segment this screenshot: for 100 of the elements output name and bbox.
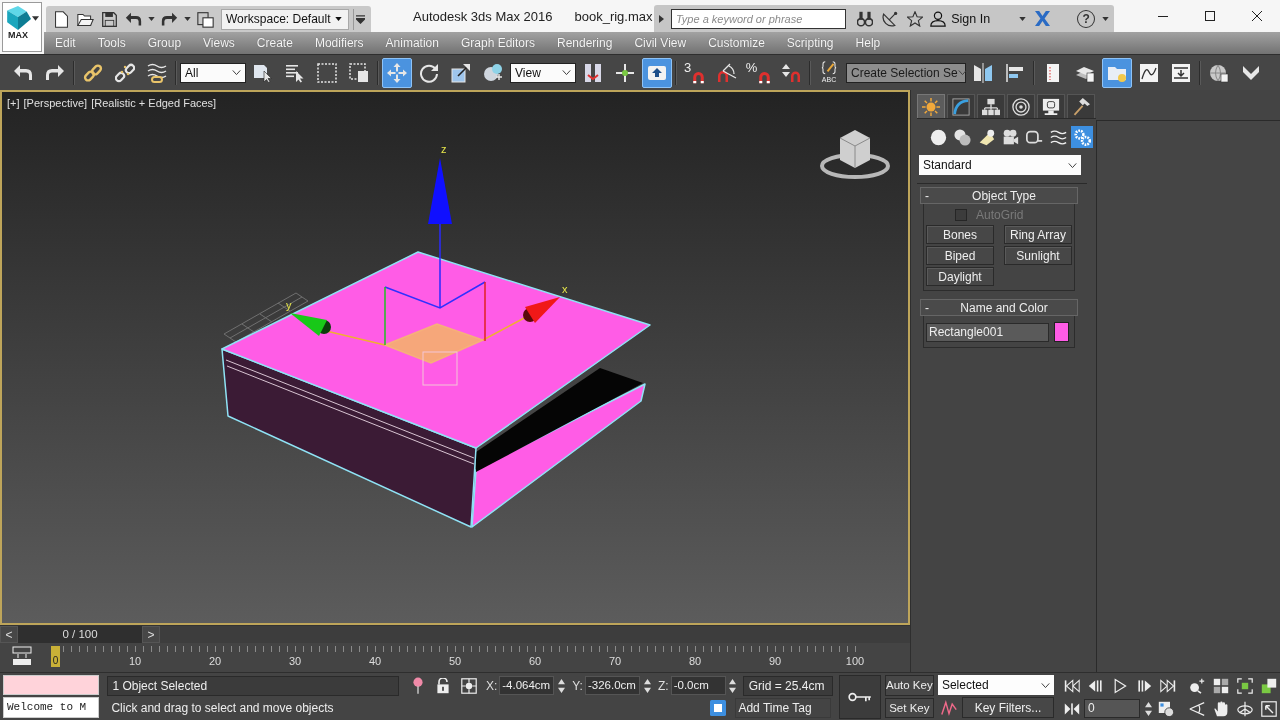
save-icon <box>100 10 118 28</box>
axis-label: Z: <box>658 678 669 693</box>
spinner-button[interactable] <box>1143 699 1153 718</box>
rollout-header[interactable]: - Name and Color <box>920 299 1078 316</box>
sign-in-button[interactable]: Sign In <box>930 10 991 27</box>
caret-icon <box>335 17 342 21</box>
frame-number: 20 <box>208 655 222 667</box>
caret-icon <box>183 17 191 21</box>
object-type-button[interactable]: Bones <box>926 225 994 244</box>
caret-icon <box>1018 16 1026 21</box>
workspace-dropdown[interactable]: Workspace: Default <box>221 8 349 30</box>
selection-set-field[interactable]: Create Selection Se <box>846 62 966 83</box>
listener-output[interactable]: Welcome to M <box>3 697 100 718</box>
time-slider-thumb[interactable]: < 0 / 100 > <box>0 626 160 643</box>
previous-frame-button[interactable]: < <box>0 626 18 643</box>
folder-bulb-button[interactable] <box>1102 57 1132 88</box>
maximize-viewport-icon <box>1260 700 1277 717</box>
spotlight-icon <box>977 128 995 146</box>
zoom-extents-all-icon <box>1260 677 1277 694</box>
current-frame-marker[interactable]: 0 <box>51 646 60 667</box>
spinner-button[interactable] <box>556 676 567 695</box>
time-tag-icon-button[interactable] <box>708 697 729 718</box>
hammer-icon <box>1072 97 1090 116</box>
tape-measure-icon <box>1025 128 1043 146</box>
object-type-button[interactable]: Sunlight <box>1004 246 1072 265</box>
next-frame-icon <box>1135 677 1152 694</box>
color-swatch-icon[interactable] <box>1053 322 1069 342</box>
coordinate-field[interactable]: -0.0cm <box>670 676 726 695</box>
current-frame-field[interactable]: 0 <box>1084 699 1140 718</box>
braces-pencil-icon <box>820 61 838 76</box>
coordinate-field[interactable]: -4.064cm <box>499 676 555 695</box>
pivot-icon <box>583 62 603 83</box>
sphere-icon <box>929 128 947 146</box>
book-drawing[interactable] <box>221 251 651 528</box>
zoom-icon <box>1189 677 1206 694</box>
favorites-button[interactable] <box>905 8 926 29</box>
auto-key-button[interactable]: Auto Key <box>884 675 934 696</box>
panel-tab[interactable] <box>1067 94 1095 118</box>
angle-magnet-icon <box>717 62 737 83</box>
spinner-button[interactable] <box>727 676 738 695</box>
magnet-button[interactable]: % <box>744 57 774 88</box>
hand-icon <box>1213 700 1230 717</box>
viewport-label[interactable]: [Realistic + Edged Faces] <box>91 97 217 109</box>
orbit-icon <box>1236 700 1253 717</box>
scale-icon <box>451 62 471 83</box>
coordinate-field[interactable]: -326.0cm <box>584 676 641 695</box>
key-mode-dropdown[interactable]: Selected <box>937 675 1054 695</box>
spinner-button[interactable] <box>642 676 652 695</box>
object-type-button[interactable]: Ring Array <box>1004 225 1072 244</box>
panel-tab[interactable] <box>977 94 1005 118</box>
zoom-extents-icon <box>1236 677 1253 694</box>
star-icon <box>907 10 924 27</box>
move-button[interactable] <box>382 57 412 88</box>
toolbar-dropdown[interactable]: View <box>510 62 576 83</box>
perspective-viewport[interactable]: z y x [+] [Perspective] [Realistic + Edged Faces] <box>0 90 910 625</box>
frame-number: 90 <box>768 655 782 667</box>
dashed-rectangle-icon <box>317 62 337 83</box>
new-file-icon <box>52 10 70 28</box>
object-name-field[interactable]: Rectangle001 <box>926 322 1049 342</box>
object-type-button[interactable]: Biped <box>926 246 994 265</box>
frame-counter: 0 / 100 <box>61 627 99 642</box>
application-menu-button[interactable]: MAX <box>2 2 42 52</box>
viewport-label[interactable]: [Perspective] <box>23 97 88 109</box>
axis-label: z <box>441 143 447 155</box>
next-frame-button[interactable]: > <box>142 626 160 643</box>
object-type-button[interactable]: Daylight <box>926 267 994 286</box>
key-filters-button[interactable]: Key Filters... <box>961 697 1054 718</box>
zoom-all-icon <box>1213 677 1230 694</box>
viewcube-icon[interactable] <box>820 130 890 179</box>
magnet-button[interactable]: 3 <box>680 57 710 88</box>
panel-tab[interactable] <box>1037 94 1065 118</box>
move-gizmo-drawing[interactable] <box>290 158 560 386</box>
lock-icon <box>435 677 452 694</box>
time-slider-track[interactable]: < 0 / 100 > <box>0 625 910 643</box>
up-arrow-button[interactable] <box>642 57 672 88</box>
listener-input[interactable] <box>3 675 100 695</box>
object-category-dropdown[interactable]: Standard <box>919 155 1081 175</box>
customize-toolbar-button[interactable] <box>353 8 367 30</box>
set-keys-button[interactable] <box>839 675 881 719</box>
select-by-name-icon <box>285 62 305 83</box>
timeline-ruler[interactable] <box>63 646 856 652</box>
go-to-end-icon <box>1159 677 1176 694</box>
caret-icon <box>232 70 241 75</box>
toolbar-dropdown[interactable]: All <box>180 62 246 83</box>
rollout-header[interactable]: - Object Type <box>920 187 1078 204</box>
axis-label: Y: <box>572 678 583 693</box>
panel-tab[interactable] <box>1007 94 1035 118</box>
spinner-magnet-icon <box>781 62 801 83</box>
curve-graph-icon <box>1139 62 1159 83</box>
frame-number: 30 <box>288 655 302 667</box>
search-field[interactable]: Type a keyword or phrase <box>670 8 847 29</box>
go-to-start-icon <box>1063 677 1080 694</box>
logo-icon <box>5 6 31 30</box>
panel-tab[interactable] <box>947 94 975 118</box>
viewport-label[interactable]: [+] <box>7 97 20 109</box>
select-object-icon <box>253 62 273 83</box>
transform-mode-button[interactable] <box>458 675 480 696</box>
set-key-button[interactable]: Set Key <box>884 697 934 718</box>
add-time-tag-button[interactable]: Add Time Tag <box>735 697 832 718</box>
caret-icon <box>147 17 155 21</box>
